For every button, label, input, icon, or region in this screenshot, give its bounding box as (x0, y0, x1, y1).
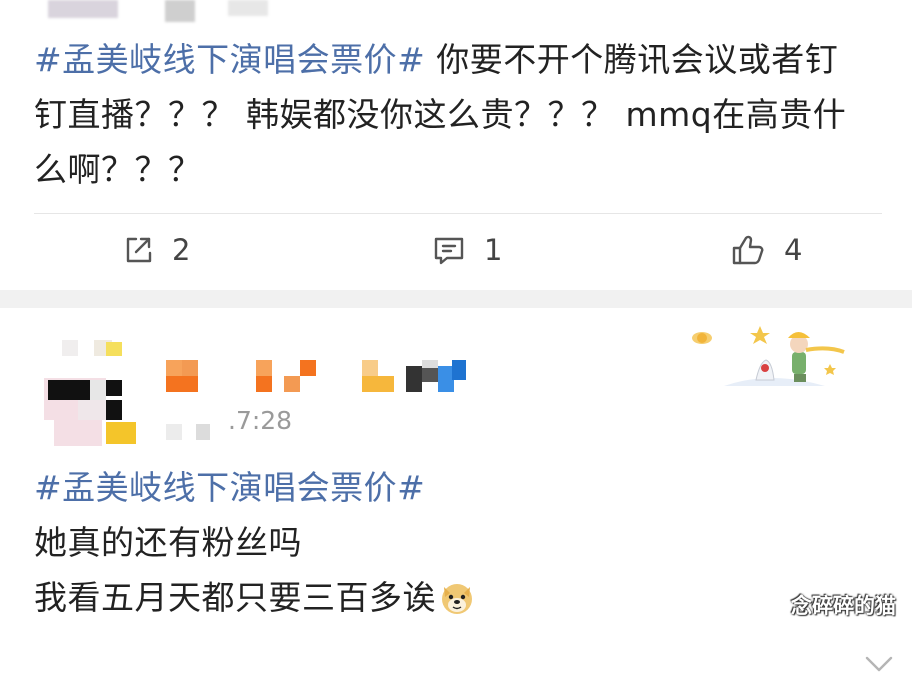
post-card-2: .7:28 #孟美岐线下演唱会票价# 她真的还有粉丝吗 我看五月天都只要三百多诶 (0, 308, 912, 672)
divider (34, 213, 882, 214)
hashtag-link[interactable]: #孟美岐线下演唱会票价# (34, 468, 425, 507)
like-button[interactable]: 4 (730, 228, 802, 272)
post-text-line1: 你要不开个腾讯会议或者钉 (425, 40, 839, 79)
repost-button[interactable]: 2 (122, 228, 190, 272)
name-fragment (228, 0, 268, 16)
repost-count: 2 (172, 233, 191, 267)
time-blur (166, 424, 182, 440)
chevron-down-icon[interactable] (864, 654, 894, 678)
post-text: #孟美岐线下演唱会票价# 她真的还有粉丝吗 我看五月天都只要三百多诶 (34, 460, 884, 625)
time-blur (196, 424, 210, 440)
feed-separator (0, 290, 912, 308)
post-text-line3: 我看五月天都只要三百多诶 (34, 578, 436, 617)
post-text-line2: 钉直播？？？ 韩娱都没你这么贵？？？ mmq在高贵什 (34, 95, 847, 134)
avatar[interactable] (44, 340, 136, 448)
post-text: #孟美岐线下演唱会票价# 你要不开个腾讯会议或者钉 钉直播？？？ 韩娱都没你这么… (34, 32, 884, 197)
comment-icon (432, 234, 466, 266)
little-prince-decoration (690, 316, 860, 388)
name-fragment (165, 0, 195, 22)
post-text-line3: 么啊？？？ (34, 150, 202, 189)
comment-count: 1 (484, 233, 503, 267)
avatar-fragment (48, 0, 118, 18)
like-count: 4 (784, 233, 803, 267)
share-icon (122, 234, 154, 266)
post-text-line2: 她真的还有粉丝吗 (34, 523, 302, 562)
username[interactable] (166, 360, 466, 392)
thumbs-up-icon (730, 233, 766, 267)
watermark: 念碎碎的猫 (791, 594, 896, 618)
post-card-1: #孟美岐线下演唱会票价# 你要不开个腾讯会议或者钉 钉直播？？？ 韩娱都没你这么… (0, 0, 912, 290)
hashtag-link[interactable]: #孟美岐线下演唱会票价# (34, 40, 425, 79)
doge-emoji (440, 576, 474, 614)
post-time: .7:28 (228, 406, 293, 435)
comment-button[interactable]: 1 (432, 228, 502, 272)
